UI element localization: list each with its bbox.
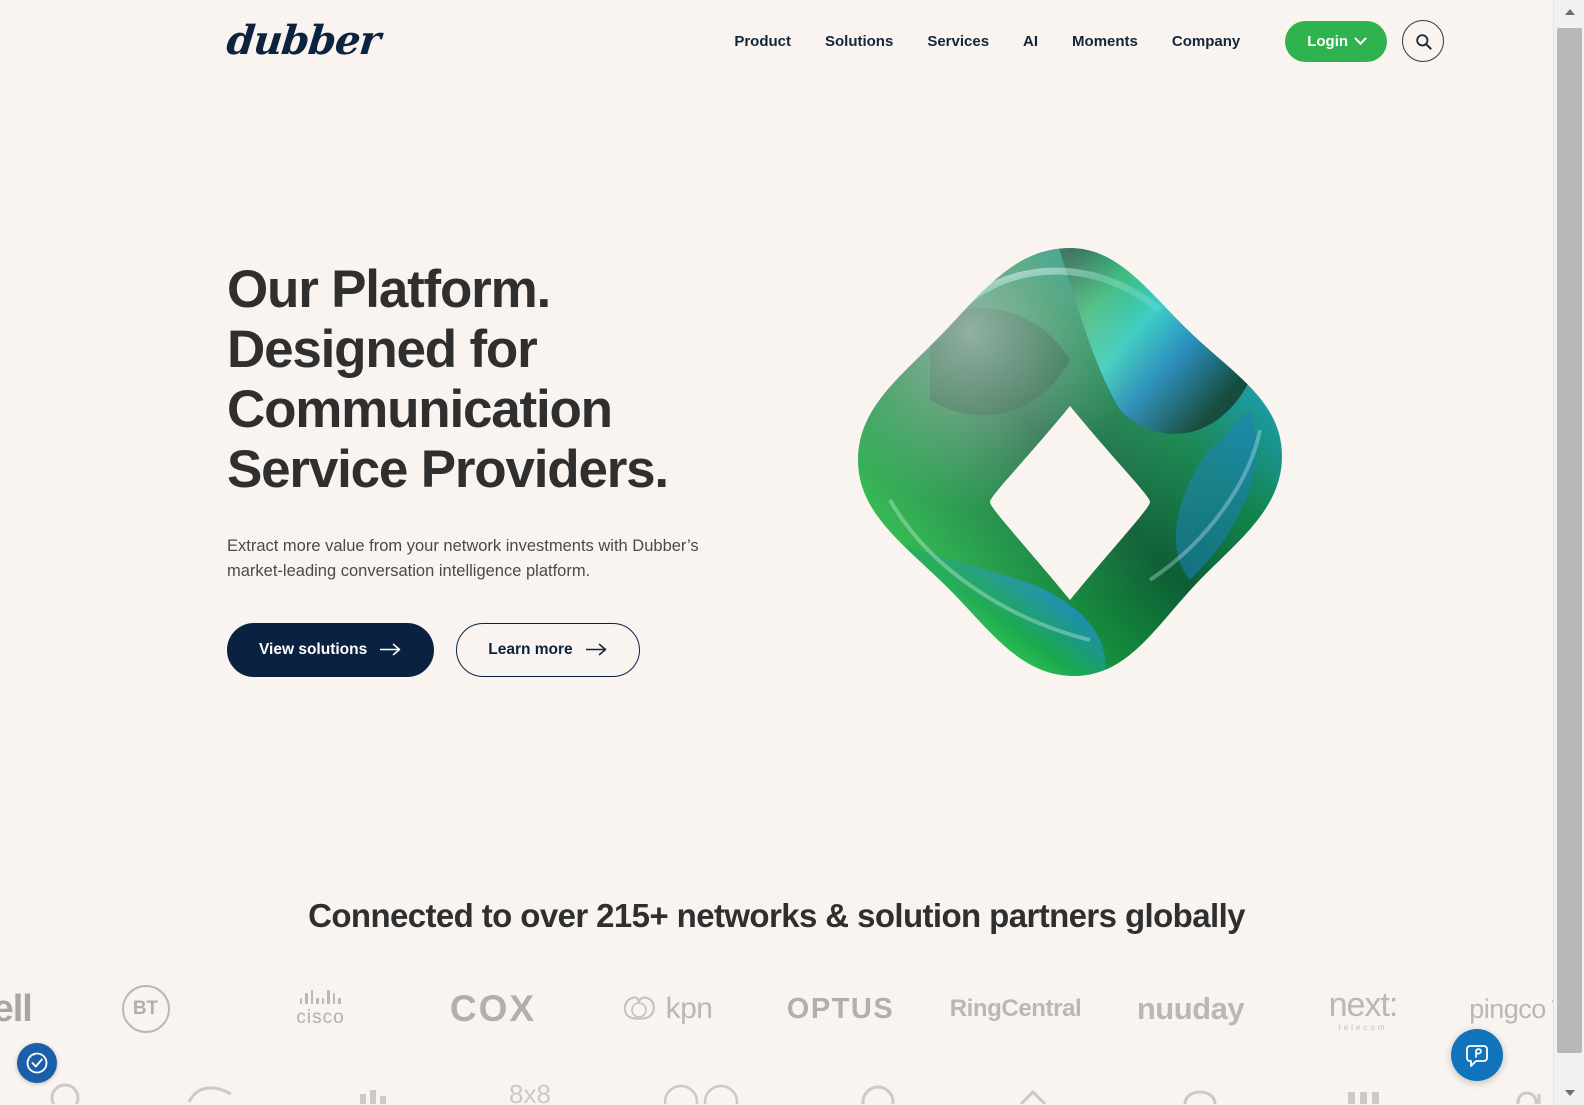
partner-logo-row2-b	[130, 1076, 295, 1105]
chevron-down-icon	[1354, 31, 1367, 45]
generic-logo-icon	[50, 1083, 80, 1104]
hero-artwork	[820, 200, 1320, 730]
partner-logo-row2-d: 8x8	[455, 1076, 625, 1105]
browser-scrollbar[interactable]	[1553, 0, 1584, 1105]
pingco-logo-text: pingco	[1469, 993, 1546, 1024]
chat-bubble-icon	[1466, 1045, 1488, 1067]
bt-logo-text: BT	[121, 985, 170, 1033]
generic-logo-icon	[1347, 1092, 1379, 1104]
iridescent-3d-star-ring-icon	[820, 200, 1320, 730]
partner-logo-cisco: cisco	[233, 978, 408, 1040]
hero-section: Our Platform. Designed for Communication…	[0, 82, 1553, 872]
scroll-down-arrow-icon	[1564, 1090, 1575, 1096]
hero-subtitle: Extract more value from your network inv…	[227, 536, 699, 580]
nav-item-solutions[interactable]: Solutions	[808, 23, 910, 60]
generic-logo-icon	[360, 1090, 386, 1104]
dubber-logo[interactable]: dubber	[225, 17, 382, 64]
partner-logo-strip-secondary[interactable]: 8x8	[0, 1076, 1553, 1105]
nav-item-product[interactable]: Product	[717, 23, 808, 60]
nav-item-moments[interactable]: Moments	[1055, 23, 1155, 60]
partner-logo-strip[interactable]: Bell BT cisco COX kpn	[0, 978, 1553, 1040]
kpn-logo-text: kpn	[665, 992, 713, 1025]
partner-logo-row2-a	[0, 1076, 130, 1105]
pingco-logo: pingco	[1469, 987, 1553, 1031]
login-button[interactable]: Login	[1285, 20, 1388, 62]
partner-logo-ringcentral: RingCentral	[928, 978, 1103, 1040]
scrollbar-thumb[interactable]	[1557, 28, 1582, 1053]
kpn-crown-icon	[623, 996, 655, 1020]
arrow-right-icon	[585, 643, 606, 656]
hero-cta-group: View solutions Learn more	[227, 622, 787, 677]
cisco-logo: cisco	[296, 989, 345, 1029]
partner-logo-bt: BT	[58, 978, 233, 1040]
generic-logo-icon	[1183, 1090, 1217, 1104]
partner-logo-row2-j	[1450, 1076, 1553, 1105]
partner-logo-cox: COX	[408, 978, 578, 1040]
partner-logo-row2-g	[960, 1076, 1125, 1105]
next-logo: next: telecom	[1328, 986, 1399, 1032]
partner-logo-next-telecom: next: telecom	[1278, 978, 1448, 1040]
partner-logo-row2-h	[1125, 1076, 1285, 1105]
next-logo-sublabel: telecom	[1338, 1023, 1388, 1032]
ringcentral-logo-text: RingCentral	[949, 995, 1082, 1022]
learn-more-label: Learn more	[488, 640, 573, 658]
generic-logo-icon	[1516, 1091, 1541, 1104]
partner-logo-row2-c	[295, 1076, 455, 1105]
kpn-logo: kpn	[619, 989, 713, 1029]
bell-logo-text: Bell	[0, 987, 33, 1030]
cisco-bars-icon	[299, 989, 341, 1004]
next-logo-text: next:	[1328, 986, 1399, 1024]
partner-logo-nuuday: nuuday	[1103, 978, 1278, 1040]
view-solutions-label: View solutions	[259, 640, 368, 658]
cox-logo-text: COX	[449, 988, 537, 1029]
accessibility-icon	[26, 1052, 48, 1074]
hero-title-line-1: Our Platform.	[227, 260, 551, 319]
hero-title-line-2: Designed for	[227, 319, 538, 379]
hero-copy: Our Platform. Designed for Communication…	[227, 260, 787, 677]
generic-logo-icon	[861, 1085, 894, 1104]
generic-logo-icon	[187, 1086, 232, 1103]
nav-item-ai[interactable]: AI	[1006, 23, 1055, 60]
nuuday-logo-text: nuuday	[1136, 991, 1245, 1026]
nav-item-services[interactable]: Services	[910, 23, 1006, 60]
partners-heading: Connected to over 215+ networks & soluti…	[308, 897, 1245, 934]
scroll-up-arrow-icon	[1564, 9, 1575, 15]
partner-logo-optus: OPTUS	[753, 978, 928, 1040]
learn-more-button[interactable]: Learn more	[456, 622, 640, 677]
view-solutions-button[interactable]: View solutions	[227, 622, 435, 677]
scroll-down-button[interactable]	[1554, 1081, 1584, 1105]
nav-item-company[interactable]: Company	[1155, 23, 1257, 60]
generic-logo-icon	[1019, 1089, 1046, 1104]
partner-logo-bell: Bell	[0, 978, 58, 1040]
scroll-up-button[interactable]	[1554, 0, 1584, 24]
hero-title: Our Platform. Designed for Communication…	[227, 260, 787, 500]
partner-logo-kpn: kpn	[578, 978, 753, 1040]
arrow-right-icon	[380, 643, 401, 656]
hero-title-line-4: Service Providers.	[227, 439, 669, 499]
partner-logo-row2-e	[625, 1076, 795, 1105]
generic-logo-icon: 8x8	[509, 1079, 551, 1104]
partner-logo-row2-f	[795, 1076, 960, 1105]
login-button-label: Login	[1307, 32, 1349, 50]
svg-text:8x8: 8x8	[509, 1079, 551, 1104]
main-navigation: Product Solutions Services AI Moments Co…	[717, 20, 1445, 62]
generic-logo-icon	[663, 1084, 739, 1104]
partner-logo-row2-i	[1285, 1076, 1450, 1105]
hero-title-line-3: Communication	[227, 379, 613, 439]
search-icon	[1415, 33, 1432, 50]
chat-widget-button[interactable]	[1451, 1029, 1503, 1081]
cisco-logo-text: cisco	[296, 1006, 345, 1028]
search-button[interactable]	[1402, 20, 1445, 62]
optus-logo-text: OPTUS	[786, 992, 895, 1025]
accessibility-widget-button[interactable]	[17, 1043, 57, 1083]
page-viewport: dubber Product Solutions Services AI Mom…	[0, 0, 1553, 1105]
site-header: dubber Product Solutions Services AI Mom…	[0, 0, 1553, 82]
partner-logo-pingco: pingco	[1448, 978, 1553, 1040]
